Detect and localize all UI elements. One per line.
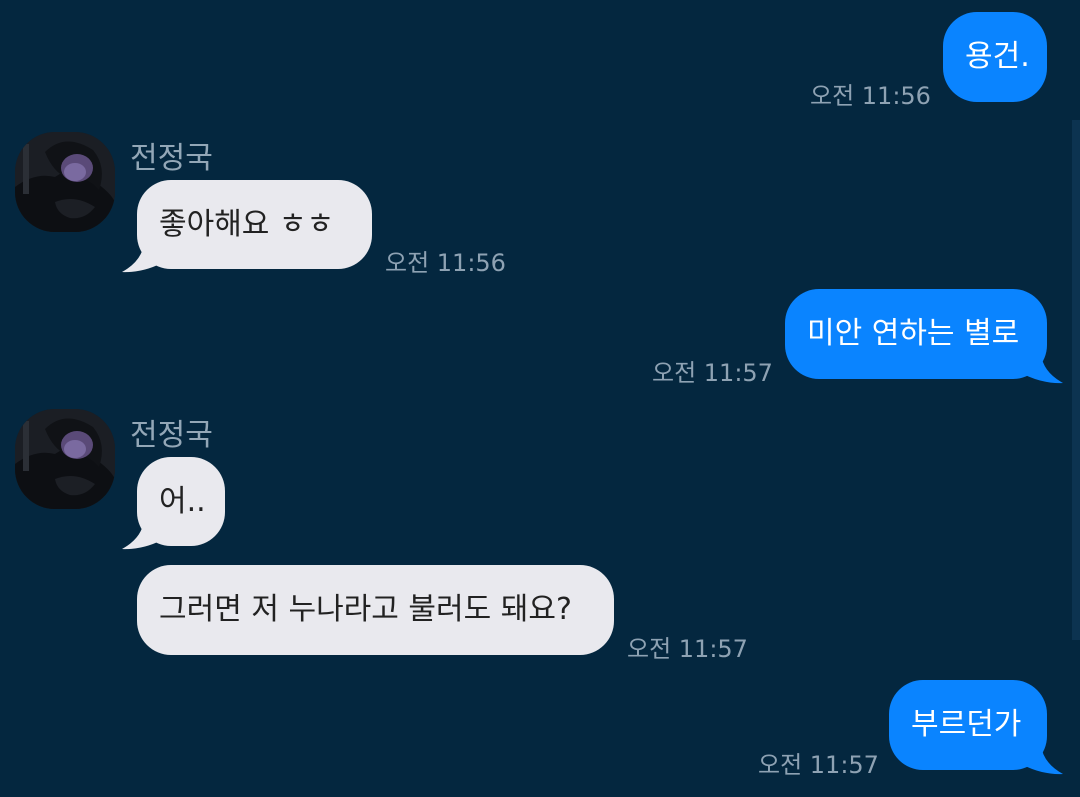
message-text: 미안 연하는 별로 (807, 316, 1020, 351)
chat-thread[interactable]: 용건. 오전 11:56 전정국 좋아해요 ㅎㅎ 오전 11:56 미안 연하는… (0, 0, 1080, 797)
sent-message-bubble[interactable]: 미안 연하는 별로 (785, 289, 1047, 379)
message-text: 용건. (965, 39, 1030, 74)
sender-name: 전정국 (130, 418, 213, 453)
received-message-bubble[interactable]: 그러면 저 누나라고 불러도 돼요? (137, 565, 614, 655)
message-text: 좋아해요 ㅎㅎ (159, 207, 335, 242)
received-message-bubble[interactable]: 좋아해요 ㅎㅎ (137, 180, 372, 269)
message-text: 그러면 저 누나라고 불러도 돼요? (159, 592, 572, 627)
sender-name: 전정국 (130, 141, 213, 176)
profile-photo-icon (15, 409, 115, 509)
message-text: 어.. (159, 484, 206, 519)
avatar[interactable] (15, 132, 115, 232)
sent-message-bubble[interactable]: 부르던가 (889, 680, 1047, 770)
profile-photo-icon (15, 132, 115, 232)
message-timestamp: 오전 11:56 (810, 82, 931, 110)
message-timestamp: 오전 11:57 (652, 359, 773, 387)
message-text: 부르던가 (911, 707, 1022, 742)
received-message-bubble[interactable]: 어.. (137, 457, 225, 546)
sent-message-bubble[interactable]: 용건. (943, 12, 1047, 102)
scrollbar[interactable] (1072, 120, 1080, 640)
message-timestamp: 오전 11:57 (627, 635, 748, 663)
message-timestamp: 오전 11:57 (758, 751, 879, 779)
avatar[interactable] (15, 409, 115, 509)
message-timestamp: 오전 11:56 (385, 249, 506, 277)
